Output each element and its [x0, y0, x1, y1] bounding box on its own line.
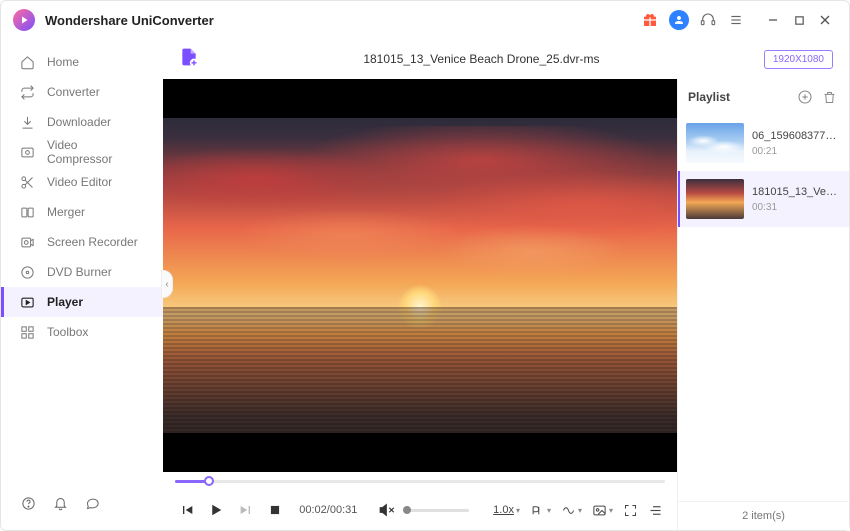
playlist-add-button[interactable]: [795, 87, 815, 107]
menu-icon[interactable]: [727, 11, 745, 29]
sidebar-item-converter[interactable]: Converter: [1, 77, 163, 107]
merger-icon: [19, 204, 35, 220]
help-icon[interactable]: [19, 494, 37, 512]
speed-control[interactable]: 1.0x▾: [493, 504, 520, 516]
home-icon: [19, 54, 35, 70]
sidebar-item-player[interactable]: Player: [1, 287, 163, 317]
video-viewport[interactable]: [163, 79, 677, 472]
current-file-title: 181015_13_Venice Beach Drone_25.dvr-ms: [199, 52, 764, 66]
sidebar-item-toolbox[interactable]: Toolbox: [1, 317, 163, 347]
volume-slider[interactable]: [407, 509, 469, 512]
sidebar-item-downloader[interactable]: Downloader: [1, 107, 163, 137]
close-button[interactable]: [813, 8, 837, 32]
playlist-item-duration: 00:21: [752, 146, 841, 157]
feedback-icon[interactable]: [83, 494, 101, 512]
content-header: 181015_13_Venice Beach Drone_25.dvr-ms 1…: [163, 39, 849, 79]
scissors-icon: [19, 174, 35, 190]
timecode: 00:02/00:31: [299, 504, 357, 516]
sidebar-item-recorder[interactable]: Screen Recorder: [1, 227, 163, 257]
playlist-thumbnail: [686, 123, 744, 163]
playlist-heading: Playlist: [688, 90, 730, 104]
user-account-icon[interactable]: [669, 10, 689, 30]
playlist-thumbnail: [686, 179, 744, 219]
stop-button[interactable]: [266, 499, 286, 521]
recorder-icon: [19, 234, 35, 250]
sidebar-item-label: Home: [47, 55, 79, 69]
playlist-item-name: 181015_13_Venic...: [752, 186, 841, 198]
sidebar-item-label: Converter: [47, 85, 100, 99]
sidebar-item-label: Downloader: [47, 115, 111, 129]
player-icon: [19, 294, 35, 310]
disc-icon: [19, 264, 35, 280]
play-button[interactable]: [207, 499, 227, 521]
fullscreen-button[interactable]: [623, 503, 638, 518]
add-file-icon[interactable]: [179, 47, 199, 72]
sidebar-item-dvd[interactable]: DVD Burner: [1, 257, 163, 287]
sidebar-item-label: Merger: [47, 205, 85, 219]
sidebar-item-label: DVD Burner: [47, 265, 112, 279]
titlebar: Wondershare UniConverter: [1, 1, 849, 39]
sidebar-item-label: Toolbox: [47, 325, 88, 339]
toolbox-icon: [19, 324, 35, 340]
previous-button[interactable]: [177, 499, 197, 521]
app-title: Wondershare UniConverter: [45, 13, 214, 28]
playlist-count: 2 item(s): [678, 501, 849, 530]
sidebar-item-editor[interactable]: Video Editor: [1, 167, 163, 197]
mute-button[interactable]: [377, 499, 397, 521]
gift-icon[interactable]: [641, 11, 659, 29]
download-icon: [19, 114, 35, 130]
playlist-toggle-button[interactable]: [648, 503, 663, 518]
playlist-panel: Playlist 06_1596083776.d... 00:21: [677, 79, 849, 530]
compressor-icon: [19, 144, 35, 160]
support-icon[interactable]: [699, 11, 717, 29]
sidebar-item-compressor[interactable]: Video Compressor: [1, 137, 163, 167]
notification-icon[interactable]: [51, 494, 69, 512]
sidebar: Home Converter Downloader Video Compress…: [1, 39, 163, 530]
playlist-item[interactable]: 181015_13_Venic... 00:31: [678, 171, 849, 227]
subtitle-control[interactable]: ▾: [530, 503, 551, 518]
converter-icon: [19, 84, 35, 100]
sidebar-item-label: Screen Recorder: [47, 235, 138, 249]
minimize-button[interactable]: [761, 8, 785, 32]
sidebar-item-label: Player: [47, 295, 83, 309]
audio-track-control[interactable]: ▾: [561, 503, 582, 518]
progress-bar[interactable]: [163, 472, 677, 490]
playlist-item[interactable]: 06_1596083776.d... 00:21: [678, 115, 849, 171]
sidebar-item-label: Video Editor: [47, 175, 112, 189]
screenshot-control[interactable]: ▾: [592, 503, 613, 518]
resolution-badge[interactable]: 1920X1080: [764, 50, 833, 69]
playback-controls: 00:02/00:31 1.0x▾ ▾ ▾ ▾: [163, 490, 677, 530]
next-button[interactable]: [236, 499, 256, 521]
sidebar-item-merger[interactable]: Merger: [1, 197, 163, 227]
maximize-button[interactable]: [787, 8, 811, 32]
playlist-item-duration: 00:31: [752, 202, 841, 213]
playlist-delete-button[interactable]: [819, 87, 839, 107]
sidebar-item-label: Video Compressor: [47, 138, 145, 166]
app-logo: [13, 9, 35, 31]
sidebar-item-home[interactable]: Home: [1, 47, 163, 77]
playlist-item-name: 06_1596083776.d...: [752, 130, 841, 142]
